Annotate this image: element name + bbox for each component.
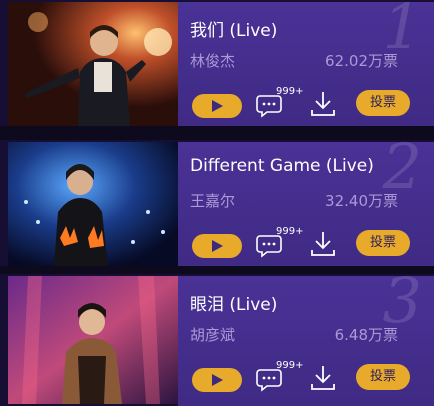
vote-button[interactable]: 投票 <box>356 90 410 116</box>
vote-count: 62.02万票 <box>325 52 398 70</box>
song-info-panel: 3 眼泪 (Live) 胡彦斌 6.48万票 999+ 投票 <box>178 270 434 406</box>
song-ranking-list: 1 我们 (Live) 林俊杰 62.02万票 999+ 投票 2 Differ… <box>0 0 434 406</box>
play-icon <box>212 240 223 252</box>
vote-count: 6.48万票 <box>334 326 398 344</box>
performance-photo <box>8 276 178 404</box>
play-button[interactable] <box>192 368 242 392</box>
comment-button[interactable]: 999+ <box>256 86 304 122</box>
comment-count: 999+ <box>276 226 304 237</box>
performance-photo <box>8 2 178 126</box>
comment-button[interactable]: 999+ <box>256 360 304 396</box>
download-icon <box>311 92 335 116</box>
song-info-panel: 1 我们 (Live) 林俊杰 62.02万票 999+ 投票 <box>178 0 434 126</box>
song-thumbnail[interactable] <box>8 2 178 126</box>
song-title[interactable]: 眼泪 (Live) <box>190 290 277 315</box>
play-icon <box>212 100 223 112</box>
comment-count: 999+ <box>276 86 304 97</box>
comment-count: 999+ <box>276 360 304 371</box>
song-card[interactable]: 3 眼泪 (Live) 胡彦斌 6.48万票 999+ 投票 <box>0 270 434 406</box>
song-card[interactable]: 1 我们 (Live) 林俊杰 62.02万票 999+ 投票 <box>0 0 434 126</box>
song-info-panel: 2 Different Game (Live) 王嘉尔 32.40万票 999+ <box>178 136 434 266</box>
download-icon <box>311 366 335 390</box>
vote-count: 32.40万票 <box>325 192 398 210</box>
performance-photo <box>8 142 178 266</box>
singer-name[interactable]: 林俊杰 <box>190 50 235 71</box>
play-icon <box>212 374 223 386</box>
download-button[interactable] <box>310 364 336 392</box>
download-button[interactable] <box>310 90 336 118</box>
vote-button[interactable]: 投票 <box>356 364 410 390</box>
vote-button[interactable]: 投票 <box>356 230 410 256</box>
play-button[interactable] <box>192 94 242 118</box>
rank-number: 2 <box>382 130 422 203</box>
song-thumbnail[interactable] <box>8 142 178 266</box>
singer-name[interactable]: 王嘉尔 <box>190 190 235 211</box>
song-thumbnail[interactable] <box>8 276 178 404</box>
song-card[interactable]: 2 Different Game (Live) 王嘉尔 32.40万票 999+ <box>0 136 434 266</box>
song-title[interactable]: Different Game (Live) <box>190 156 374 176</box>
comment-button[interactable]: 999+ <box>256 226 304 262</box>
download-icon <box>311 232 335 256</box>
download-button[interactable] <box>310 230 336 258</box>
song-title[interactable]: 我们 (Live) <box>190 16 277 41</box>
comment-icon <box>256 369 282 392</box>
rank-number: 3 <box>382 264 422 337</box>
play-button[interactable] <box>192 234 242 258</box>
singer-name[interactable]: 胡彦斌 <box>190 324 235 345</box>
comment-icon <box>256 95 282 118</box>
comment-icon <box>256 235 282 258</box>
